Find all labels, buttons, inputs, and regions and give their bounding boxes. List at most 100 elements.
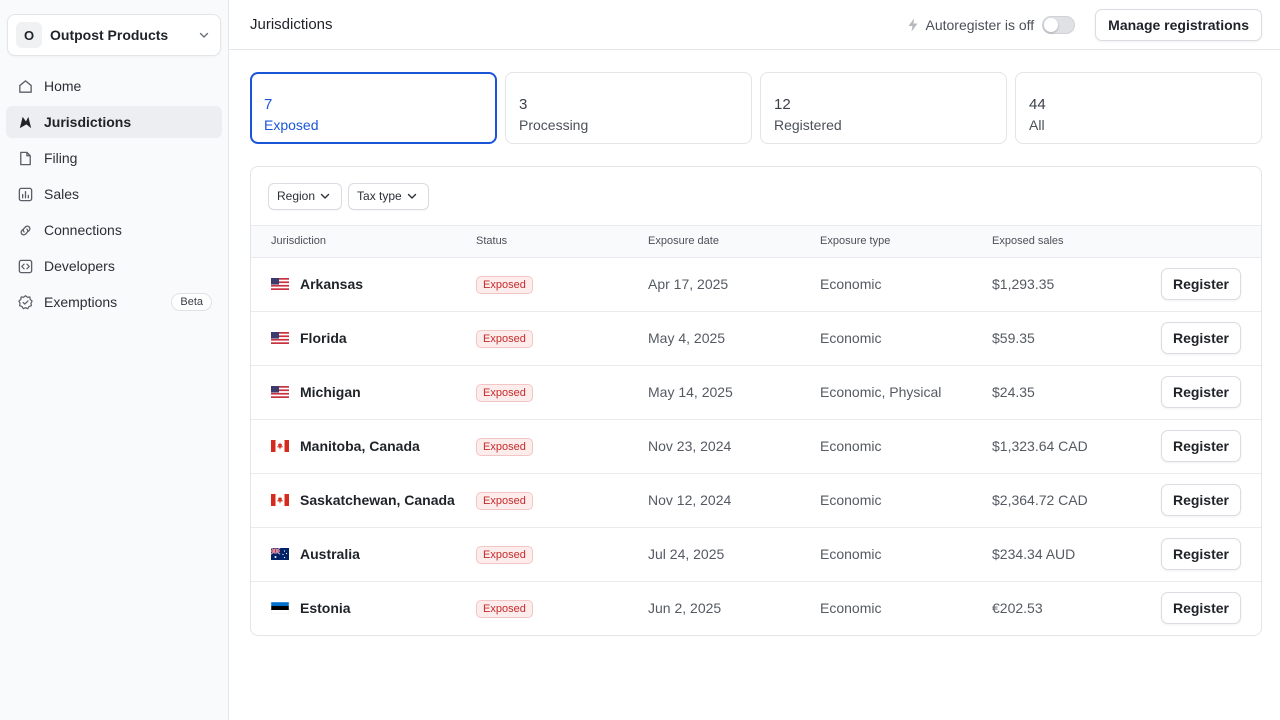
card-label: Processing	[519, 117, 589, 133]
chevron-down-icon	[196, 27, 212, 43]
status-card-registered[interactable]: 12 Registered	[760, 72, 1007, 144]
sidebar-item-sales[interactable]: Sales	[6, 178, 222, 210]
register-button[interactable]: Register	[1160, 322, 1241, 354]
status-badge: Exposed	[476, 491, 533, 510]
sidebar-item-label: Exemptions	[44, 294, 118, 310]
sidebar-item-exemptions[interactable]: Exemptions Beta	[6, 286, 222, 318]
lightning-icon	[907, 18, 921, 32]
sidebar-item-filing[interactable]: Filing	[6, 142, 222, 174]
register-button[interactable]: Register	[1160, 538, 1241, 570]
autoregister-toggle[interactable]	[1042, 15, 1076, 34]
status-cell: Exposed	[476, 257, 648, 312]
code-icon	[16, 257, 34, 275]
exposed-sales: $24.35	[992, 365, 1152, 420]
exposed-sales: $1,293.35	[992, 257, 1152, 312]
column-header: Exposed sales	[992, 226, 1152, 258]
card-count: 44	[1029, 96, 1046, 113]
app-root: O Outpost Products Home Jurisdictions Fili…	[0, 0, 1280, 720]
jurisdiction-name: Australia	[300, 546, 360, 562]
register-button[interactable]: Register	[1160, 592, 1241, 625]
table-body: Arkansas Exposed Apr 17, 2025 Economic $1,29…	[251, 257, 1261, 635]
chevron-down-icon	[406, 189, 420, 203]
status-card-all[interactable]: 44 All	[1015, 72, 1262, 144]
sidebar-item-label: Sales	[44, 186, 80, 202]
register-button[interactable]: Register	[1160, 268, 1241, 300]
exposure-type: Economic, Physical	[820, 365, 992, 420]
sidebar-item-label: Connections	[44, 222, 122, 238]
register-button[interactable]: Register	[1160, 484, 1241, 516]
action-cell: Register	[1152, 419, 1261, 474]
jurisdiction-name: Florida	[300, 330, 347, 346]
jurisdiction-cell: Australia	[251, 527, 476, 582]
top-bar: Jurisdictions Autoregister is off Manage…	[229, 0, 1280, 50]
exposure-date: Jun 2, 2025	[648, 600, 722, 617]
table-row[interactable]: Florida Exposed May 4, 2025 Economic $59.35 R…	[251, 311, 1261, 366]
sidebar: O Outpost Products Home Jurisdictions Fili…	[0, 0, 229, 720]
flag-ca-icon	[271, 440, 289, 452]
card-count: 12	[774, 96, 791, 113]
badge-check-icon	[16, 293, 34, 311]
jurisdiction-name: Michigan	[300, 384, 361, 400]
status-cell: Exposed	[476, 581, 648, 635]
exposed-sales: $234.34 AUD	[992, 527, 1152, 582]
exposure-date: Jul 24, 2025	[648, 527, 820, 582]
jurisdictions-icon	[16, 113, 34, 131]
status-card-exposed[interactable]: 7 Exposed	[250, 72, 497, 144]
filter-label: Region	[277, 189, 316, 203]
status-card-processing[interactable]: 3 Processing	[505, 72, 752, 144]
exposure-type: Economic	[820, 473, 992, 528]
action-cell: Register	[1152, 527, 1261, 582]
column-header-action	[1152, 226, 1261, 258]
exposure-date: Nov 23, 2024	[648, 419, 820, 474]
sidebar-item-label: Developers	[44, 258, 115, 274]
exposure-type: Economic	[820, 527, 992, 582]
org-switcher[interactable]: O Outpost Products	[7, 14, 221, 56]
exposed-sales: $59.35	[992, 311, 1152, 366]
exposure-date: Apr 17, 2025	[648, 257, 820, 312]
tax-type-filter[interactable]: Tax type	[348, 182, 429, 210]
table-row[interactable]: Michigan Exposed May 14, 2025 Economic, Phy…	[251, 365, 1261, 420]
exposure-date: May 14, 2025	[648, 365, 820, 420]
sidebar-item-developers[interactable]: Developers	[6, 250, 222, 282]
sidebar-item-label: Home	[44, 78, 82, 94]
jurisdiction-cell: Florida	[251, 311, 476, 366]
jurisdiction-name: Manitoba, Canada	[300, 438, 420, 454]
action-cell: Register	[1152, 581, 1261, 635]
jurisdiction-cell: Michigan	[251, 365, 476, 420]
register-button[interactable]: Register	[1160, 430, 1241, 462]
table-row[interactable]: Australia Exposed Jul 24, 2025 Economic $234…	[251, 527, 1261, 582]
action-cell: Register	[1152, 473, 1261, 528]
column-header: Exposure date	[648, 226, 820, 258]
table-row[interactable]: Arkansas Exposed Apr 17, 2025 Economic $1,29…	[251, 257, 1261, 312]
table-header: Jurisdiction Status Exposure date Exposure …	[251, 226, 1261, 258]
sidebar-nav: Home Jurisdictions Filing Sales Connections D…	[6, 70, 222, 318]
register-button[interactable]: Register	[1160, 376, 1241, 408]
column-header: Jurisdiction	[251, 226, 476, 258]
jurisdiction-name: Saskatchewan, Canada	[300, 492, 455, 508]
status-badge: Exposed	[476, 329, 533, 348]
status-badge: Exposed	[476, 599, 533, 618]
jurisdiction-cell: Estonia	[251, 581, 476, 635]
table-row[interactable]: Manitoba, Canada Exposed Nov 23, 2024 Econo…	[251, 419, 1261, 474]
status-badge: Exposed	[476, 275, 533, 294]
manage-registrations-button[interactable]: Manage registrations	[1095, 8, 1262, 41]
exposure-type: Economic	[820, 257, 992, 312]
flag-us-icon	[271, 386, 289, 398]
jurisdiction-name: Arkansas	[300, 276, 364, 292]
card-label: All	[1029, 117, 1045, 133]
jurisdiction-name: Estonia	[300, 600, 351, 617]
column-header: Exposure type	[820, 226, 992, 258]
status-cell: Exposed	[476, 473, 648, 528]
region-filter[interactable]: Region	[268, 182, 343, 210]
filter-bar: Region Tax type	[251, 167, 1261, 226]
card-count: 3	[519, 96, 528, 113]
status-badge: Exposed	[476, 437, 533, 456]
sidebar-item-jurisdictions[interactable]: Jurisdictions	[6, 106, 222, 138]
content: 7 Exposed 3 Processing 12 Registered 44 All Reg…	[229, 50, 1280, 636]
status-cell: Exposed	[476, 419, 648, 474]
table-row[interactable]: Estonia Exposed Jun 2, 2025 Economic €202.53…	[251, 581, 1261, 635]
sidebar-item-connections[interactable]: Connections	[6, 214, 222, 246]
sidebar-item-home[interactable]: Home	[6, 70, 222, 102]
table-row[interactable]: Saskatchewan, Canada Exposed Nov 12, 2024 E…	[251, 473, 1261, 528]
column-header: Status	[476, 226, 648, 258]
